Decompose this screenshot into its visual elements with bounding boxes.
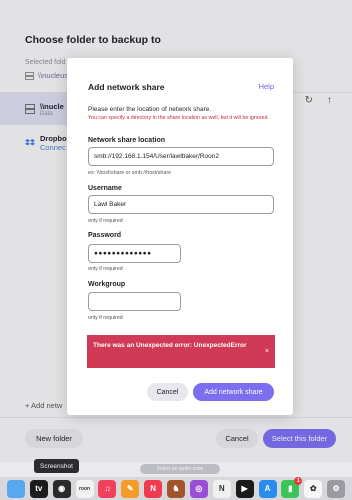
add-network-share-modal: Add network share Help Please enter the … [67, 58, 293, 415]
workgroup-label: Workgroup [88, 281, 126, 288]
username-label: Username [88, 185, 122, 192]
password-help: only if required [88, 266, 123, 272]
settings-icon[interactable]: ⚙ [327, 479, 346, 498]
roon-icon[interactable]: roon [75, 479, 94, 498]
share-location-input[interactable] [88, 147, 274, 166]
chess-icon[interactable]: ♞ [167, 479, 185, 498]
modal-title: Add network share [88, 82, 165, 92]
news-icon[interactable]: N [144, 479, 163, 498]
share-location-label: Network share location [88, 137, 166, 144]
dock-tooltip: Screenshot [34, 459, 79, 473]
password-input[interactable]: ●●●●●●●●●●●●● [88, 244, 181, 263]
audio-zone-pill[interactable]: Select an audio zone [140, 464, 220, 474]
workgroup-help: only if required [88, 315, 123, 321]
photos-icon[interactable]: ✿ [304, 479, 323, 498]
tv-icon[interactable]: ▶ [235, 479, 254, 498]
error-text: There was an Unexpected error: Unexpecte… [93, 342, 247, 349]
modal-note: You can specify a directory in the share… [88, 115, 269, 121]
appstore-icon[interactable]: A [258, 479, 277, 498]
camera-icon[interactable]: ◉ [52, 479, 71, 498]
music-icon[interactable]: ♫ [98, 479, 117, 498]
finder-icon[interactable] [6, 479, 25, 498]
password-label: Password [88, 232, 122, 239]
username-help: only if required [88, 218, 123, 224]
dock: tv ◉ roon ♫ ✎ N ♞ ◎ N ▶ A ▮ 1 ✿ ⚙ [0, 476, 352, 500]
close-icon[interactable]: × [265, 347, 269, 356]
news2-icon[interactable]: N [212, 479, 231, 498]
help-link[interactable]: Help [259, 82, 274, 91]
cancel-button[interactable]: Cancel [147, 383, 188, 401]
add-network-share-button[interactable]: Add network share [193, 383, 274, 401]
facetime-icon[interactable]: ▮ 1 [281, 476, 303, 498]
share-location-help: ex: \\host\share or smb://host/share [88, 170, 172, 176]
username-input[interactable] [88, 195, 274, 214]
pages-icon[interactable]: ✎ [121, 479, 140, 498]
podcasts-icon[interactable]: ◎ [189, 479, 208, 498]
notification-badge: 1 [294, 476, 303, 485]
apple-tv-icon[interactable]: tv [29, 479, 48, 498]
workgroup-input[interactable] [88, 292, 181, 311]
modal-description: Please enter the location of network sha… [88, 106, 212, 113]
error-banner: There was an Unexpected error: Unexpecte… [87, 335, 275, 368]
